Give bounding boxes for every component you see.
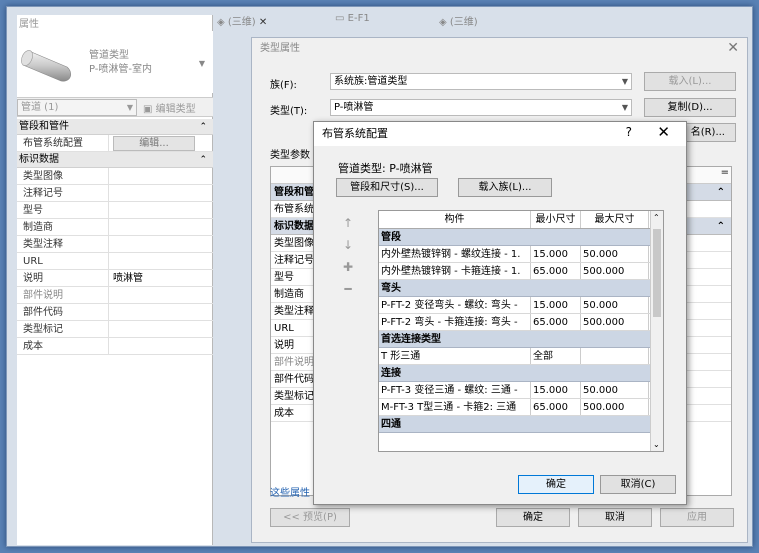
collapse-icon[interactable]: ⌃ [199,152,207,168]
collapse-icon[interactable]: ⌃ [717,218,725,235]
3d-view-icon: ◈ [217,17,225,28]
preview-button[interactable]: << 预览(P) [270,508,350,527]
type-name: P-喷淋管-室内 [89,64,153,75]
column-header-min-size[interactable]: 最小尺寸 [531,211,581,228]
property-row[interactable]: 类型图像 [17,168,213,185]
type-label: 类型(T): [270,106,308,117]
cancel-button[interactable]: 取消(C) [600,475,676,494]
close-icon[interactable]: ✕ [657,123,670,141]
group-header[interactable]: 四通 [379,416,663,433]
edit-type-icon: ▣ [143,104,153,115]
family-select[interactable]: 系统族:管道类型 ▼ [330,73,632,90]
scroll-down-icon[interactable]: ⌄ [653,440,660,449]
apply-button[interactable]: 应用 [660,508,734,527]
vertical-scrollbar[interactable]: ⌃ ⌄ [650,211,663,451]
column-header-part[interactable]: 构件 [379,211,531,228]
header-button[interactable]: = [721,167,729,178]
family-label: 族(F): [270,80,297,91]
property-row[interactable]: 成本 [17,338,213,355]
load-button[interactable]: 载入(L)... [644,72,736,91]
property-row[interactable]: 部件代码 [17,304,213,321]
chevron-down-icon: ▼ [621,77,628,86]
duplicate-button[interactable]: 复制(D)... [644,98,736,117]
property-row[interactable]: 类型注释 [17,236,213,253]
cancel-button[interactable]: 取消 [578,508,652,527]
ok-button[interactable]: 确定 [496,508,570,527]
view-tabs: ◈ (三维) ✕ ▭ E-F1 ◈ (三维) [213,9,513,29]
add-row-icon[interactable]: ✚ [340,256,356,278]
instance-filter-select[interactable]: 管道 (1) ▼ [17,99,137,116]
tab-floor-plan[interactable]: ▭ E-F1 [335,13,370,24]
property-row[interactable]: 注释记号 [17,185,213,202]
remove-row-icon[interactable]: ━ [340,278,356,300]
table-row[interactable]: P-FT-2 变径弯头 - 螺纹: 弯头 - 15.000 50.000 [379,297,663,314]
chevron-down-icon: ▼ [126,103,133,112]
property-row[interactable]: 型号 [17,202,213,219]
edit-routing-button[interactable]: 编辑... [113,136,195,151]
tab-3d-view-2[interactable]: ◈ (三维) [439,13,478,28]
routing-preferences-dialog: 布管系统配置 ? ✕ 管道类型: P-喷淋管 管段和尺寸(S)... 载入族(L… [313,121,687,505]
scroll-thumb[interactable] [653,229,661,317]
section-header[interactable]: 标识数据 ⌃ [17,152,213,168]
close-icon[interactable]: ✕ [259,17,267,28]
scroll-up-icon[interactable]: ⌃ [653,213,660,222]
pipe-icon [21,50,71,82]
property-row[interactable]: 部件说明 [17,287,213,304]
table-row[interactable]: M-FT-3 T型三通 - 卡箍2: 三通 65.000 500.000 [379,399,663,416]
dialog-title: 类型属性 [260,43,300,54]
table-row[interactable]: 内外壁热镀锌钢 - 卡箍连接 - 1. 65.000 500.000 [379,263,663,280]
column-header-max-size[interactable]: 最大尺寸 [581,211,649,228]
group-header[interactable]: 管段 [379,229,663,246]
dropdown-arrow-icon[interactable]: ▼ [199,59,205,68]
table-row[interactable]: P-FT-3 变径三通 - 螺纹: 三通 - 15.000 50.000 [379,382,663,399]
grid-header: 构件 最小尺寸 最大尺寸 [379,211,663,229]
properties-help-link[interactable]: 这些属性 [270,484,310,499]
app-window: 属性 管道类型 P-喷淋管-室内 ▼ 管道 (1) ▼ ▣ 编辑类型 管段和管件… [6,6,753,547]
table-row[interactable]: 内外壁热镀锌钢 - 螺纹连接 - 1. 15.000 50.000 [379,246,663,263]
ok-button[interactable]: 确定 [518,475,594,494]
properties-panel: 属性 管道类型 P-喷淋管-室内 ▼ 管道 (1) ▼ ▣ 编辑类型 管段和管件… [17,15,213,545]
property-row[interactable]: 制造商 [17,219,213,236]
section-header[interactable]: 管段和管件 ⌃ [17,119,213,135]
properties-title: 属性 [19,19,39,30]
load-family-button[interactable]: 载入族(L)... [458,178,552,197]
tab-3d-view[interactable]: ◈ (三维) ✕ [217,13,267,28]
type-family-name: 管道类型 [89,50,129,61]
edit-type-button[interactable]: ▣ 编辑类型 [143,100,196,115]
pipe-type-label: 管道类型: P-喷淋管 [338,162,433,175]
table-row[interactable]: P-FT-2 弯头 - 卡箍连接: 弯头 - 65.000 500.000 [379,314,663,331]
property-row: 布管系统配置 编辑... [17,135,213,152]
routing-grid: 构件 最小尺寸 最大尺寸 管段 内外壁热镀锌钢 - 螺纹连接 - 1. 15.0… [378,210,664,452]
chevron-down-icon: ▼ [621,103,628,112]
type-params-label: 类型参数 [270,150,310,161]
collapse-icon[interactable]: ⌃ [717,184,725,201]
type-select[interactable]: P-喷淋管 ▼ [330,99,632,116]
group-header[interactable]: 连接 [379,365,663,382]
property-row[interactable]: 类型标记 [17,321,213,338]
3d-view-icon: ◈ [439,17,447,28]
table-row[interactable]: T 形三通 全部 [379,348,663,365]
move-up-icon[interactable]: ↑ [340,212,356,234]
help-icon[interactable]: ? [626,125,632,139]
segments-sizes-button[interactable]: 管段和尺寸(S)... [336,178,438,197]
group-header[interactable]: 首选连接类型 [379,331,663,348]
close-icon[interactable]: ✕ [727,40,739,56]
group-header[interactable]: 弯头 [379,280,663,297]
property-row[interactable]: 说明 喷淋管 [17,270,213,287]
collapse-icon[interactable]: ⌃ [199,119,207,135]
move-down-icon[interactable]: ↓ [340,234,356,256]
property-row[interactable]: URL [17,253,213,270]
property-grid: 管段和管件 ⌃ 布管系统配置 编辑... 标识数据 ⌃ 类型图像 注释记号 型号… [17,119,213,355]
floor-plan-icon: ▭ [335,13,345,24]
type-selector[interactable]: 管道类型 P-喷淋管-室内 ▼ [17,31,213,93]
